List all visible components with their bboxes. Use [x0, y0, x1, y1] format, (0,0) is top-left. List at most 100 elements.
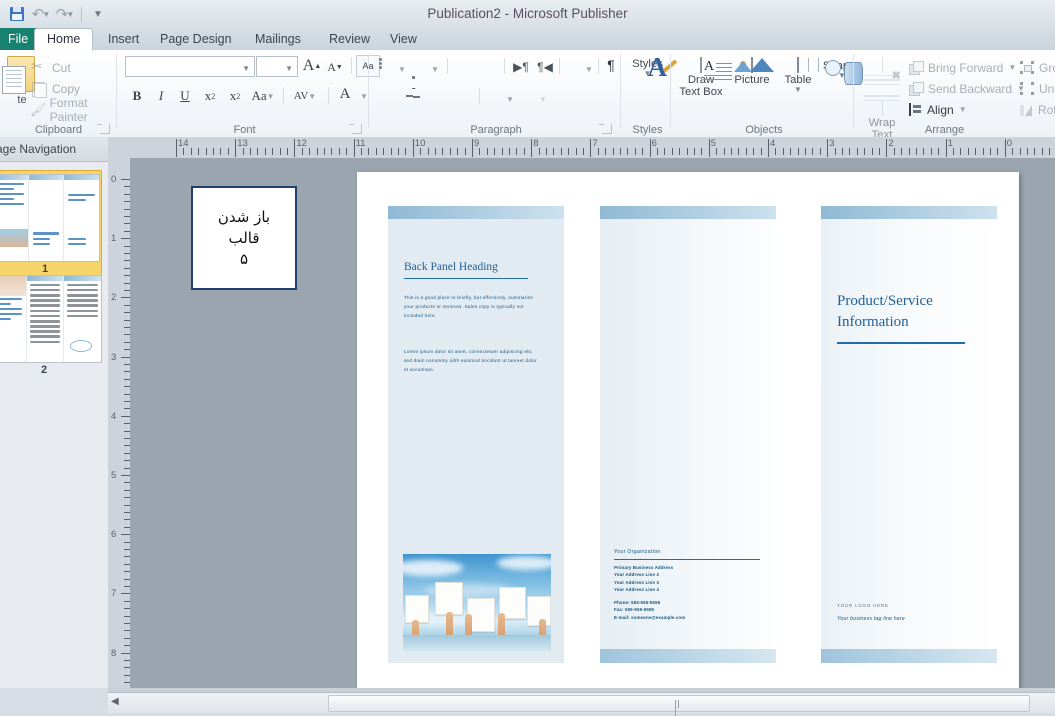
show-formatting-marks-button[interactable]: ¶: [603, 56, 619, 74]
ruler-minor-tick: [953, 148, 954, 155]
brochure-back-panel[interactable]: Back Panel Heading This is a good place …: [388, 206, 564, 663]
page-thumbnail-1[interactable]: 1: [0, 170, 102, 278]
cut-button[interactable]: Cut: [30, 58, 71, 78]
font-size-input[interactable]: ▼: [256, 56, 298, 77]
horizontal-ruler[interactable]: 14 13 12 11 10 9 8 7 6 5 4 3 2 1 0: [108, 137, 1055, 159]
ltr-text-direction-button[interactable]: ▶¶: [510, 58, 532, 76]
tab-view[interactable]: View: [378, 28, 429, 50]
character-spacing-button[interactable]: AV ▼: [290, 86, 320, 106]
tagline-text[interactable]: Your business tag line here: [837, 616, 905, 622]
brochure-middle-panel[interactable]: Your Organization Primary Business Addre…: [600, 206, 776, 663]
italic-button[interactable]: I: [152, 86, 170, 106]
scrollbar-thumb[interactable]: [328, 695, 1030, 716]
horizontal-scrollbar[interactable]: ◀: [108, 692, 1055, 716]
draw-text-box-button[interactable]: A Draw Text Box: [676, 57, 732, 98]
address-block[interactable]: Primary Business Address Your Address Li…: [614, 564, 673, 593]
organization-name[interactable]: Your Organization: [614, 549, 660, 555]
undo-button[interactable]: ↶ ▼: [30, 3, 52, 25]
ruler-minor-tick: [1041, 148, 1043, 155]
tab-home[interactable]: Home: [34, 28, 94, 51]
font-dialog-launcher[interactable]: [349, 124, 362, 134]
shrink-font-button[interactable]: A ▼: [325, 57, 345, 77]
chevron-down-icon: ▼: [506, 94, 514, 104]
numbering-dropdown[interactable]: ▼: [431, 60, 439, 78]
product-service-heading[interactable]: Product/Service Information: [837, 291, 977, 333]
rtl-text-direction-button[interactable]: ¶◀: [534, 58, 556, 76]
bring-forward-button[interactable]: Bring Forward ▼: [909, 58, 1016, 77]
underline-button[interactable]: U: [176, 86, 194, 106]
ruler-minor-tick: [679, 148, 681, 155]
change-case-button[interactable]: Aa ▼: [250, 86, 276, 106]
ruler-minor-tick: [583, 148, 584, 155]
bold-button[interactable]: B: [128, 86, 146, 106]
line-spacing-button[interactable]: [489, 88, 503, 106]
rotate-button[interactable]: Rot: [1020, 100, 1055, 119]
grow-font-button[interactable]: A ▲: [302, 56, 322, 76]
ribbon-group-paragraph: ▼ ▼ ▶¶ ¶◀ ▼ ¶ ▼ ▼ Paragraph: [371, 50, 621, 137]
ruler-minor-tick: [812, 148, 814, 155]
ungroup-button[interactable]: Ung: [1020, 79, 1055, 98]
publication-page[interactable]: Back Panel Heading This is a good place …: [357, 172, 1019, 688]
redo-button[interactable]: ↷ ▼: [54, 3, 76, 25]
columns-dropdown[interactable]: ▼: [585, 60, 593, 78]
ruler-major-tick: [472, 139, 473, 157]
back-panel-heading[interactable]: Back Panel Heading: [404, 261, 498, 273]
decrease-indent-button[interactable]: [456, 58, 470, 76]
table-button[interactable]: Table ▼: [778, 57, 819, 94]
ungroup-label-text: Ung: [1039, 81, 1055, 96]
send-backward-icon: [909, 82, 924, 96]
subscript-button[interactable]: x2: [200, 86, 220, 106]
clipboard-dialog-launcher[interactable]: [97, 124, 110, 134]
brochure-front-panel[interactable]: Product/Service Information YOUR LOGO HE…: [821, 206, 997, 663]
tab-review[interactable]: Review: [317, 28, 382, 50]
line-spacing-dropdown[interactable]: ▼: [506, 90, 514, 108]
annotation-box[interactable]: باز شدن قالب ۵: [191, 186, 297, 290]
font-divider-3: [328, 87, 329, 104]
front-panel-rule: [837, 342, 965, 344]
logo-placeholder[interactable]: YOUR LOGO HERE: [837, 603, 889, 608]
superscript-index: 2: [236, 91, 241, 101]
paragraph-dialog-launcher[interactable]: [599, 124, 612, 134]
text-fill-button[interactable]: [521, 88, 535, 106]
page-thumbnail-2[interactable]: 2: [0, 275, 102, 378]
align-right-button[interactable]: [431, 88, 445, 106]
tab-insert[interactable]: Insert: [96, 28, 151, 50]
picture-button[interactable]: Picture: [729, 57, 775, 86]
page-thumbnail-list[interactable]: 1 2: [0, 162, 108, 688]
columns-button[interactable]: [566, 58, 580, 76]
ruler-minor-tick: [190, 148, 192, 155]
group-button[interactable]: Gro: [1020, 58, 1055, 77]
back-panel-paragraph-1[interactable]: This is a good place to briefly, but eff…: [404, 293, 537, 321]
font-color-button[interactable]: A: [336, 84, 354, 104]
collapse-pane-icon[interactable]: ❮: [0, 137, 101, 161]
superscript-button[interactable]: x2: [225, 86, 245, 106]
save-button[interactable]: [6, 3, 28, 25]
format-painter-button[interactable]: Format Painter: [30, 96, 117, 124]
send-backward-button[interactable]: Send Backward ▼: [909, 79, 1025, 98]
scroll-left-icon[interactable]: ◀: [111, 696, 119, 707]
ruler-minor-tick: [279, 148, 281, 155]
subscript-index: 2: [211, 91, 216, 101]
back-panel-paragraph-2[interactable]: Lorem ipsum dolor sit amet, consectetuer…: [404, 347, 537, 375]
justify-button[interactable]: [456, 88, 470, 106]
increase-indent-button[interactable]: [481, 58, 495, 76]
vertical-ruler[interactable]: 0 1 2 3 4 5 6 7 8: [108, 158, 131, 688]
customize-qat-button[interactable]: ▼: [87, 3, 109, 25]
font-name-input[interactable]: ▼: [125, 56, 255, 77]
align-left-button[interactable]: [381, 88, 395, 106]
panel-footer-bar: [821, 649, 997, 663]
tab-page-design[interactable]: Page Design: [148, 28, 244, 50]
align-center-button[interactable]: [406, 88, 420, 106]
font-color-label: A: [339, 85, 351, 102]
styles-button[interactable]: Styles ▼: [626, 56, 669, 78]
tab-mailings[interactable]: Mailings: [243, 28, 313, 50]
hands-with-signs-photo[interactable]: [403, 554, 551, 651]
align-label: Align: [927, 102, 954, 117]
cut-label: Cut: [52, 61, 71, 75]
text-fill-dropdown[interactable]: ▼: [539, 90, 547, 108]
align-button[interactable]: Align ▼: [909, 100, 967, 119]
bullets-button[interactable]: [379, 58, 394, 76]
bullets-dropdown[interactable]: ▼: [398, 60, 406, 78]
ruler-minor-tick: [250, 148, 251, 155]
contact-block[interactable]: Phone: 555-555-5555 Fax: 555-555-5555 E-…: [614, 599, 685, 621]
